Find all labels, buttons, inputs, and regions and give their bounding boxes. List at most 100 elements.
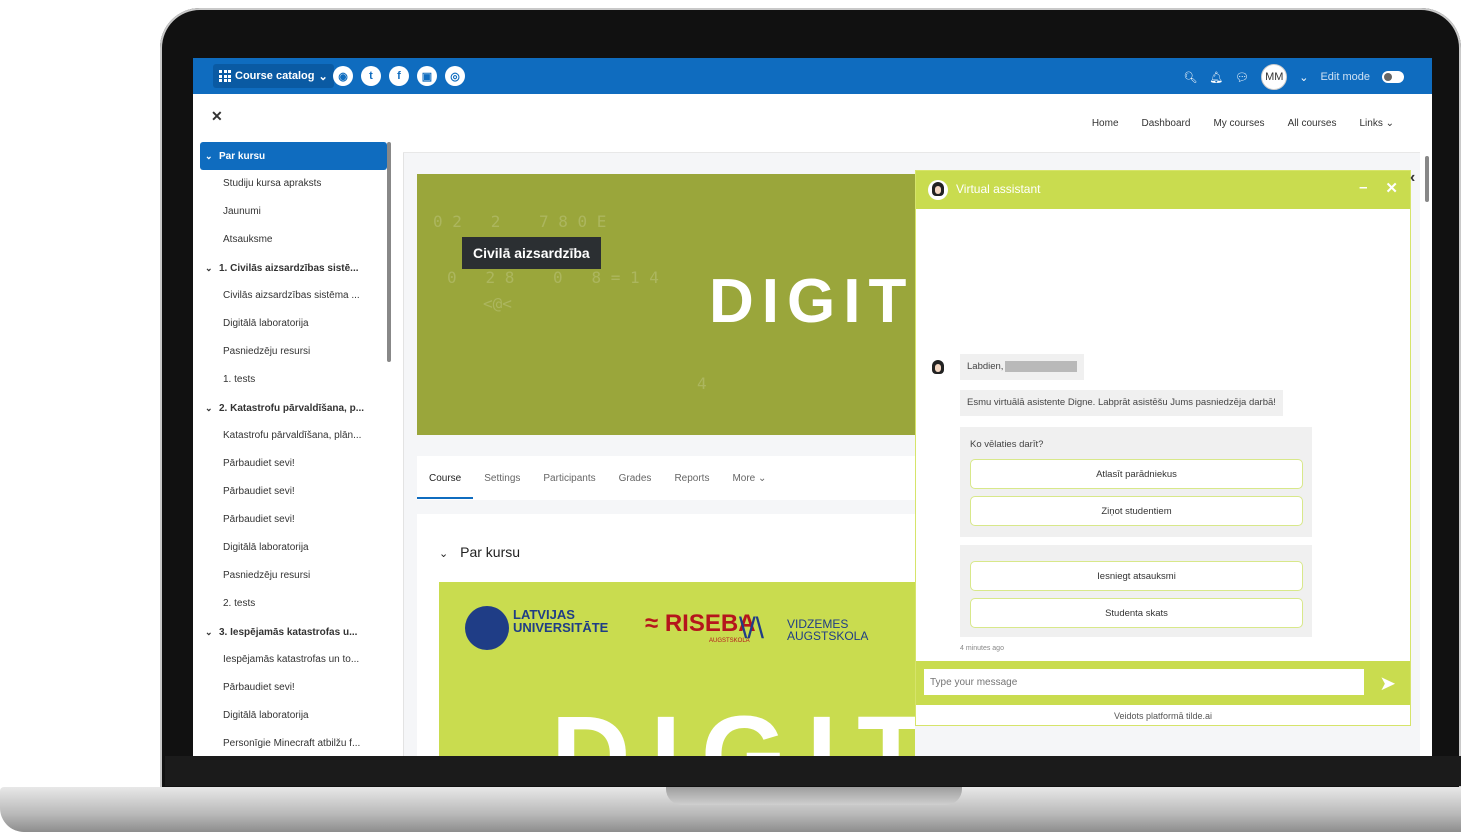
twitter-icon[interactable]: t: [361, 66, 381, 86]
message-icon[interactable]: 💬︎: [1235, 71, 1249, 84]
drawer-item-label: Studiju kursa apraksts: [223, 178, 322, 189]
va-logo-icon: \/\: [739, 612, 765, 645]
assistant-message-avatar-icon: [928, 358, 948, 378]
nav-dashboard[interactable]: Dashboard: [1142, 118, 1191, 129]
nav-all-courses[interactable]: All courses: [1288, 118, 1337, 129]
close-icon[interactable]: ✕: [1385, 179, 1398, 197]
drawer-item[interactable]: Personīgie Minecraft atbilžu f...: [200, 730, 387, 756]
drawer-item-label: 2. Katastrofu pārvaldīšana, p...: [219, 403, 365, 414]
section-heading[interactable]: ⌄ Par kursu: [439, 544, 520, 560]
course-title: Civilā aizsardzība: [462, 237, 601, 269]
notify-students-button[interactable]: Ziņot studentiem: [970, 496, 1303, 526]
vidzemes-name: VIDZEMES AUGSTSKOLA: [787, 617, 869, 643]
assistant-input-bar: ➤: [916, 661, 1410, 705]
chevron-down-icon[interactable]: ⌄: [205, 394, 219, 422]
edit-mode-label: Edit mode: [1320, 71, 1370, 83]
drawer-item[interactable]: 2. tests: [200, 590, 387, 618]
drawer-item-label: Digitālā laboratorija: [223, 318, 309, 329]
choices-prompt: Ko vēlaties darīt?: [970, 439, 1044, 450]
drawer-item[interactable]: Pārbaudiet sevi!: [200, 478, 387, 506]
drawer-item-label: Pārbaudiet sevi!: [223, 682, 295, 693]
youtube-icon[interactable]: ▣: [417, 66, 437, 86]
tab-course[interactable]: Course: [416, 473, 474, 499]
lu-name: LATVIJAS UNIVERSITĀTE: [513, 607, 609, 635]
drawer-item[interactable]: Digitālā laboratorija: [200, 310, 387, 338]
drawer-item[interactable]: Iespējamās katastrofas un to...: [200, 646, 387, 674]
drawer-item[interactable]: Jaunumi: [200, 198, 387, 226]
tab-participants[interactable]: Participants: [543, 473, 595, 484]
search-icon[interactable]: 🔍︎: [1183, 71, 1197, 84]
course-catalog-label: Course catalog: [235, 70, 315, 82]
drawer-item[interactable]: Katastrofu pārvaldīšana, plān...: [200, 422, 387, 450]
drawer-item[interactable]: Pārbaudiet sevi!: [200, 450, 387, 478]
chevron-down-icon[interactable]: ⌄: [439, 548, 448, 560]
minimize-icon[interactable]: –: [1359, 179, 1367, 197]
tab-settings[interactable]: Settings: [484, 473, 520, 484]
collapse-chevron-icon[interactable]: ‹: [1410, 169, 1415, 187]
course-section: ⌄ Par kursu LATVIJAS UNIVERSITĀTE ≈ RISE…: [417, 514, 915, 756]
course-catalog-button[interactable]: Course catalog ⌄: [213, 64, 334, 88]
message-timestamp: 4 minutes ago: [960, 645, 1004, 652]
tab-more[interactable]: More ⌄: [732, 473, 766, 484]
nav-links-dropdown[interactable]: Links ⌄: [1359, 118, 1394, 129]
message-input[interactable]: [924, 669, 1364, 695]
laptop-notch: [666, 787, 962, 805]
edit-mode-toggle[interactable]: [1382, 71, 1404, 83]
drawer-section[interactable]: ⌄ 1. Civilās aizsardzības sistē...: [200, 254, 387, 282]
send-icon[interactable]: ➤: [1379, 671, 1396, 696]
drawer-item[interactable]: Studiju kursa apraksts: [200, 170, 387, 198]
chevron-down-icon[interactable]: ⌄: [205, 254, 219, 282]
student-view-button[interactable]: Studenta skats: [970, 598, 1303, 628]
drawer-scrollbar[interactable]: [387, 142, 391, 362]
page-scrollbar[interactable]: [1425, 156, 1429, 202]
chevron-down-icon: ⌄: [318, 70, 328, 83]
course-index-drawer: ✕ ⌄ Par kursu Studiju kursa apraksts Jaunum…: [193, 94, 404, 756]
social-links: ◉ t f ▣ ◎: [333, 66, 465, 86]
drawer-item-label: Katastrofu pārvaldīšana, plān...: [223, 430, 362, 441]
drawer-item[interactable]: Atsauksme: [200, 226, 387, 254]
instagram-icon[interactable]: ◎: [445, 66, 465, 86]
drawer-item-label: 1. tests: [223, 374, 256, 385]
drawer-item-label: Personīgie Minecraft atbilžu f...: [223, 738, 361, 749]
right-edge: [1420, 152, 1432, 756]
greeting-message: Labdien,: [960, 354, 1085, 380]
drawer-item[interactable]: Digitālā laboratorija: [200, 534, 387, 562]
more-choices: Iesniegt atsauksmi Studenta skats: [960, 545, 1312, 637]
drawer-item-label: Par kursu: [219, 151, 266, 162]
drawer-section[interactable]: ⌄ Par kursu: [200, 142, 387, 170]
primary-navigation: Home Dashboard My courses All courses Li…: [403, 94, 1432, 153]
drawer-section[interactable]: ⌄ 2. Katastrofu pārvaldīšana, p...: [200, 394, 387, 422]
nav-my-courses[interactable]: My courses: [1213, 118, 1264, 129]
submit-feedback-button[interactable]: Iesniegt atsauksmi: [970, 561, 1303, 591]
avatar[interactable]: MM: [1261, 64, 1288, 90]
user-tools: 🔍︎ 🔔︎ 💬︎ MM ⌄ Edit mode: [1183, 64, 1404, 90]
drawer-item[interactable]: Digitālā laboratorija: [200, 702, 387, 730]
drawer-item-label: Pārbaudiet sevi!: [223, 458, 295, 469]
nav-home[interactable]: Home: [1092, 118, 1119, 129]
tab-reports[interactable]: Reports: [674, 473, 709, 484]
banner-logo: DIGIT: [709, 267, 915, 336]
action-choices: Ko vēlaties darīt? Atlasīt parādniekus Z…: [960, 427, 1312, 537]
drawer-item[interactable]: 1. tests: [200, 366, 387, 394]
tab-grades[interactable]: Grades: [619, 473, 652, 484]
chevron-down-icon[interactable]: ⌄: [205, 142, 219, 170]
drawer-section[interactable]: ⌄ 3. Iespējamās katastrofas u...: [200, 618, 387, 646]
facebook-icon[interactable]: f: [389, 66, 409, 86]
close-icon[interactable]: ✕: [211, 108, 223, 125]
drawer-item[interactable]: Civilās aizsardzības sistēma ...: [200, 282, 387, 310]
drawer-item-label: Pasniedzēju resursi: [223, 346, 311, 357]
drawer-item[interactable]: Pasniedzēju resursi: [200, 562, 387, 590]
drawer-item-label: Pārbaudiet sevi!: [223, 514, 295, 525]
select-debtors-button[interactable]: Atlasīt parādniekus: [970, 459, 1303, 489]
laptop-bezel: [165, 756, 1461, 786]
drawer-item[interactable]: Pasniedzēju resursi: [200, 338, 387, 366]
drawer-item[interactable]: Pārbaudiet sevi!: [200, 674, 387, 702]
redacted-name: [1005, 360, 1078, 372]
bell-icon[interactable]: 🔔︎: [1209, 71, 1223, 84]
drawer-item-label: Pasniedzēju resursi: [223, 570, 311, 581]
chevron-down-icon[interactable]: ⌄: [205, 618, 219, 646]
course-index-list: ⌄ Par kursu Studiju kursa apraksts Jaunumi A…: [200, 142, 387, 756]
drawer-item[interactable]: Pārbaudiet sevi!: [200, 506, 387, 534]
globe-icon[interactable]: ◉: [333, 66, 353, 86]
user-menu-chevron-icon[interactable]: ⌄: [1299, 71, 1308, 84]
